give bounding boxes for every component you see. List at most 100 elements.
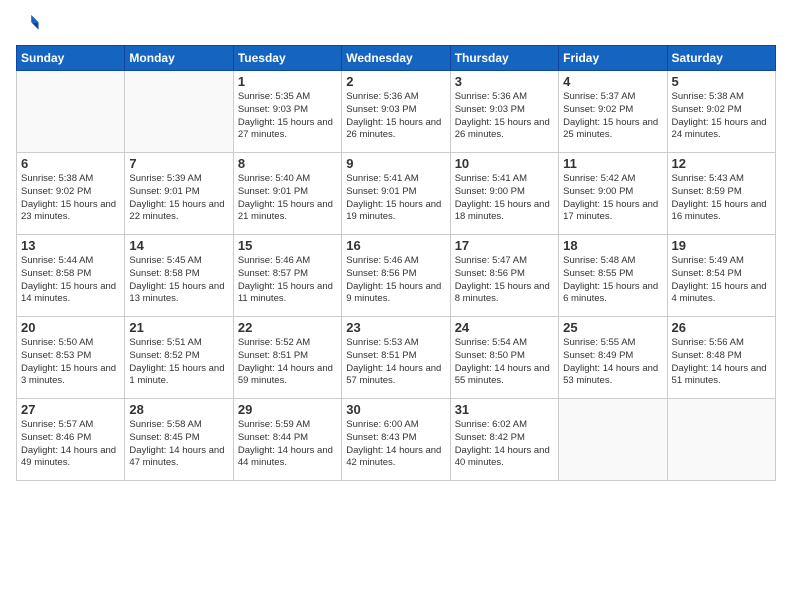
day-number: 16 bbox=[346, 238, 445, 253]
day-info: Sunrise: 5:39 AM Sunset: 9:01 PM Dayligh… bbox=[129, 173, 228, 224]
calendar-cell: 30 Sunrise: 6:00 AM Sunset: 8:43 PM Dayli… bbox=[342, 399, 450, 481]
day-number: 19 bbox=[672, 238, 771, 253]
day-number: 7 bbox=[129, 156, 228, 171]
page-header bbox=[16, 12, 776, 39]
day-info: Sunrise: 5:58 AM Sunset: 8:45 PM Dayligh… bbox=[129, 419, 228, 470]
day-number: 15 bbox=[238, 238, 337, 253]
calendar-cell: 26 Sunrise: 5:56 AM Sunset: 8:48 PM Dayli… bbox=[667, 317, 775, 399]
day-info: Sunrise: 5:57 AM Sunset: 8:46 PM Dayligh… bbox=[21, 419, 120, 470]
day-info: Sunrise: 5:46 AM Sunset: 8:57 PM Dayligh… bbox=[238, 255, 337, 306]
day-number: 8 bbox=[238, 156, 337, 171]
calendar-cell: 31Sunrise: 6:02 AM Sunset: 8:42 PM Dayli… bbox=[450, 399, 558, 481]
calendar-cell: 21 Sunrise: 5:51 AM Sunset: 8:52 PM Dayli… bbox=[125, 317, 233, 399]
calendar-cell: 10 Sunrise: 5:41 AM Sunset: 9:00 PM Dayli… bbox=[450, 153, 558, 235]
calendar-cell: 13 Sunrise: 5:44 AM Sunset: 8:58 PM Dayli… bbox=[17, 235, 125, 317]
day-number: 6 bbox=[21, 156, 120, 171]
calendar-cell: 6 Sunrise: 5:38 AM Sunset: 9:02 PM Daylig… bbox=[17, 153, 125, 235]
calendar-header-tuesday: Tuesday bbox=[233, 46, 341, 71]
day-info: Sunrise: 5:51 AM Sunset: 8:52 PM Dayligh… bbox=[129, 337, 228, 388]
calendar: SundayMondayTuesdayWednesdayThursdayFrid… bbox=[16, 45, 776, 481]
calendar-cell: 17 Sunrise: 5:47 AM Sunset: 8:56 PM Dayli… bbox=[450, 235, 558, 317]
day-number: 26 bbox=[672, 320, 771, 335]
day-number: 21 bbox=[129, 320, 228, 335]
day-info: Sunrise: 5:45 AM Sunset: 8:58 PM Dayligh… bbox=[129, 255, 228, 306]
day-number: 29 bbox=[238, 402, 337, 417]
day-number: 23 bbox=[346, 320, 445, 335]
day-info: Sunrise: 5:38 AM Sunset: 9:02 PM Dayligh… bbox=[672, 91, 771, 142]
day-info: Sunrise: 5:50 AM Sunset: 8:53 PM Dayligh… bbox=[21, 337, 120, 388]
day-info: Sunrise: 5:42 AM Sunset: 9:00 PM Dayligh… bbox=[563, 173, 662, 224]
day-info: Sunrise: 6:00 AM Sunset: 8:43 PM Dayligh… bbox=[346, 419, 445, 470]
calendar-cell: 4 Sunrise: 5:37 AM Sunset: 9:02 PM Daylig… bbox=[559, 71, 667, 153]
calendar-cell: 18 Sunrise: 5:48 AM Sunset: 8:55 PM Dayli… bbox=[559, 235, 667, 317]
day-number: 27 bbox=[21, 402, 120, 417]
day-number: 3 bbox=[455, 74, 554, 89]
day-info: Sunrise: 5:36 AM Sunset: 9:03 PM Dayligh… bbox=[346, 91, 445, 142]
day-number: 11 bbox=[563, 156, 662, 171]
calendar-cell bbox=[17, 71, 125, 153]
calendar-header-thursday: Thursday bbox=[450, 46, 558, 71]
calendar-cell: 9 Sunrise: 5:41 AM Sunset: 9:01 PM Daylig… bbox=[342, 153, 450, 235]
day-info: Sunrise: 5:40 AM Sunset: 9:01 PM Dayligh… bbox=[238, 173, 337, 224]
day-info: Sunrise: 5:55 AM Sunset: 8:49 PM Dayligh… bbox=[563, 337, 662, 388]
logo-icon bbox=[18, 12, 40, 34]
day-number: 12 bbox=[672, 156, 771, 171]
calendar-cell bbox=[125, 71, 233, 153]
day-info: Sunrise: 5:53 AM Sunset: 8:51 PM Dayligh… bbox=[346, 337, 445, 388]
calendar-cell: 8 Sunrise: 5:40 AM Sunset: 9:01 PM Daylig… bbox=[233, 153, 341, 235]
logo bbox=[16, 12, 40, 39]
calendar-cell bbox=[559, 399, 667, 481]
day-info: Sunrise: 5:38 AM Sunset: 9:02 PM Dayligh… bbox=[21, 173, 120, 224]
day-number: 13 bbox=[21, 238, 120, 253]
day-number: 1 bbox=[238, 74, 337, 89]
calendar-cell: 20 Sunrise: 5:50 AM Sunset: 8:53 PM Dayli… bbox=[17, 317, 125, 399]
day-number: 4 bbox=[563, 74, 662, 89]
calendar-cell: 29Sunrise: 5:59 AM Sunset: 8:44 PM Dayli… bbox=[233, 399, 341, 481]
day-number: 24 bbox=[455, 320, 554, 335]
day-number: 28 bbox=[129, 402, 228, 417]
calendar-cell: 27 Sunrise: 5:57 AM Sunset: 8:46 PM Dayli… bbox=[17, 399, 125, 481]
calendar-cell: 15 Sunrise: 5:46 AM Sunset: 8:57 PM Dayli… bbox=[233, 235, 341, 317]
day-number: 10 bbox=[455, 156, 554, 171]
day-number: 9 bbox=[346, 156, 445, 171]
calendar-header-saturday: Saturday bbox=[667, 46, 775, 71]
day-info: Sunrise: 5:41 AM Sunset: 9:01 PM Dayligh… bbox=[346, 173, 445, 224]
day-info: Sunrise: 5:41 AM Sunset: 9:00 PM Dayligh… bbox=[455, 173, 554, 224]
calendar-cell: 11 Sunrise: 5:42 AM Sunset: 9:00 PM Dayli… bbox=[559, 153, 667, 235]
calendar-cell: 12 Sunrise: 5:43 AM Sunset: 8:59 PM Dayli… bbox=[667, 153, 775, 235]
day-info: Sunrise: 5:49 AM Sunset: 8:54 PM Dayligh… bbox=[672, 255, 771, 306]
calendar-cell: 3Sunrise: 5:36 AM Sunset: 9:03 PM Daylig… bbox=[450, 71, 558, 153]
day-info: Sunrise: 5:52 AM Sunset: 8:51 PM Dayligh… bbox=[238, 337, 337, 388]
day-number: 18 bbox=[563, 238, 662, 253]
calendar-cell: 23 Sunrise: 5:53 AM Sunset: 8:51 PM Dayli… bbox=[342, 317, 450, 399]
calendar-cell bbox=[667, 399, 775, 481]
calendar-cell: 2Sunrise: 5:36 AM Sunset: 9:03 PM Daylig… bbox=[342, 71, 450, 153]
day-number: 14 bbox=[129, 238, 228, 253]
day-number: 20 bbox=[21, 320, 120, 335]
calendar-cell: 1 Sunrise: 5:35 AM Sunset: 9:03 PM Daylig… bbox=[233, 71, 341, 153]
day-info: Sunrise: 5:44 AM Sunset: 8:58 PM Dayligh… bbox=[21, 255, 120, 306]
day-info: Sunrise: 6:02 AM Sunset: 8:42 PM Dayligh… bbox=[455, 419, 554, 470]
day-info: Sunrise: 5:56 AM Sunset: 8:48 PM Dayligh… bbox=[672, 337, 771, 388]
day-number: 5 bbox=[672, 74, 771, 89]
calendar-cell: 14 Sunrise: 5:45 AM Sunset: 8:58 PM Dayli… bbox=[125, 235, 233, 317]
day-info: Sunrise: 5:48 AM Sunset: 8:55 PM Dayligh… bbox=[563, 255, 662, 306]
calendar-header-wednesday: Wednesday bbox=[342, 46, 450, 71]
day-number: 17 bbox=[455, 238, 554, 253]
day-info: Sunrise: 5:43 AM Sunset: 8:59 PM Dayligh… bbox=[672, 173, 771, 224]
day-number: 25 bbox=[563, 320, 662, 335]
calendar-cell: 24Sunrise: 5:54 AM Sunset: 8:50 PM Dayli… bbox=[450, 317, 558, 399]
day-info: Sunrise: 5:37 AM Sunset: 9:02 PM Dayligh… bbox=[563, 91, 662, 142]
calendar-cell: 19 Sunrise: 5:49 AM Sunset: 8:54 PM Dayli… bbox=[667, 235, 775, 317]
calendar-cell: 28 Sunrise: 5:58 AM Sunset: 8:45 PM Dayli… bbox=[125, 399, 233, 481]
calendar-header-sunday: Sunday bbox=[17, 46, 125, 71]
calendar-cell: 22 Sunrise: 5:52 AM Sunset: 8:51 PM Dayli… bbox=[233, 317, 341, 399]
calendar-cell: 16Sunrise: 5:46 AM Sunset: 8:56 PM Dayli… bbox=[342, 235, 450, 317]
day-info: Sunrise: 5:47 AM Sunset: 8:56 PM Dayligh… bbox=[455, 255, 554, 306]
day-number: 30 bbox=[346, 402, 445, 417]
day-number: 22 bbox=[238, 320, 337, 335]
calendar-cell: 7 Sunrise: 5:39 AM Sunset: 9:01 PM Daylig… bbox=[125, 153, 233, 235]
day-info: Sunrise: 5:35 AM Sunset: 9:03 PM Dayligh… bbox=[238, 91, 337, 142]
calendar-cell: 25 Sunrise: 5:55 AM Sunset: 8:49 PM Dayli… bbox=[559, 317, 667, 399]
calendar-cell: 5 Sunrise: 5:38 AM Sunset: 9:02 PM Daylig… bbox=[667, 71, 775, 153]
